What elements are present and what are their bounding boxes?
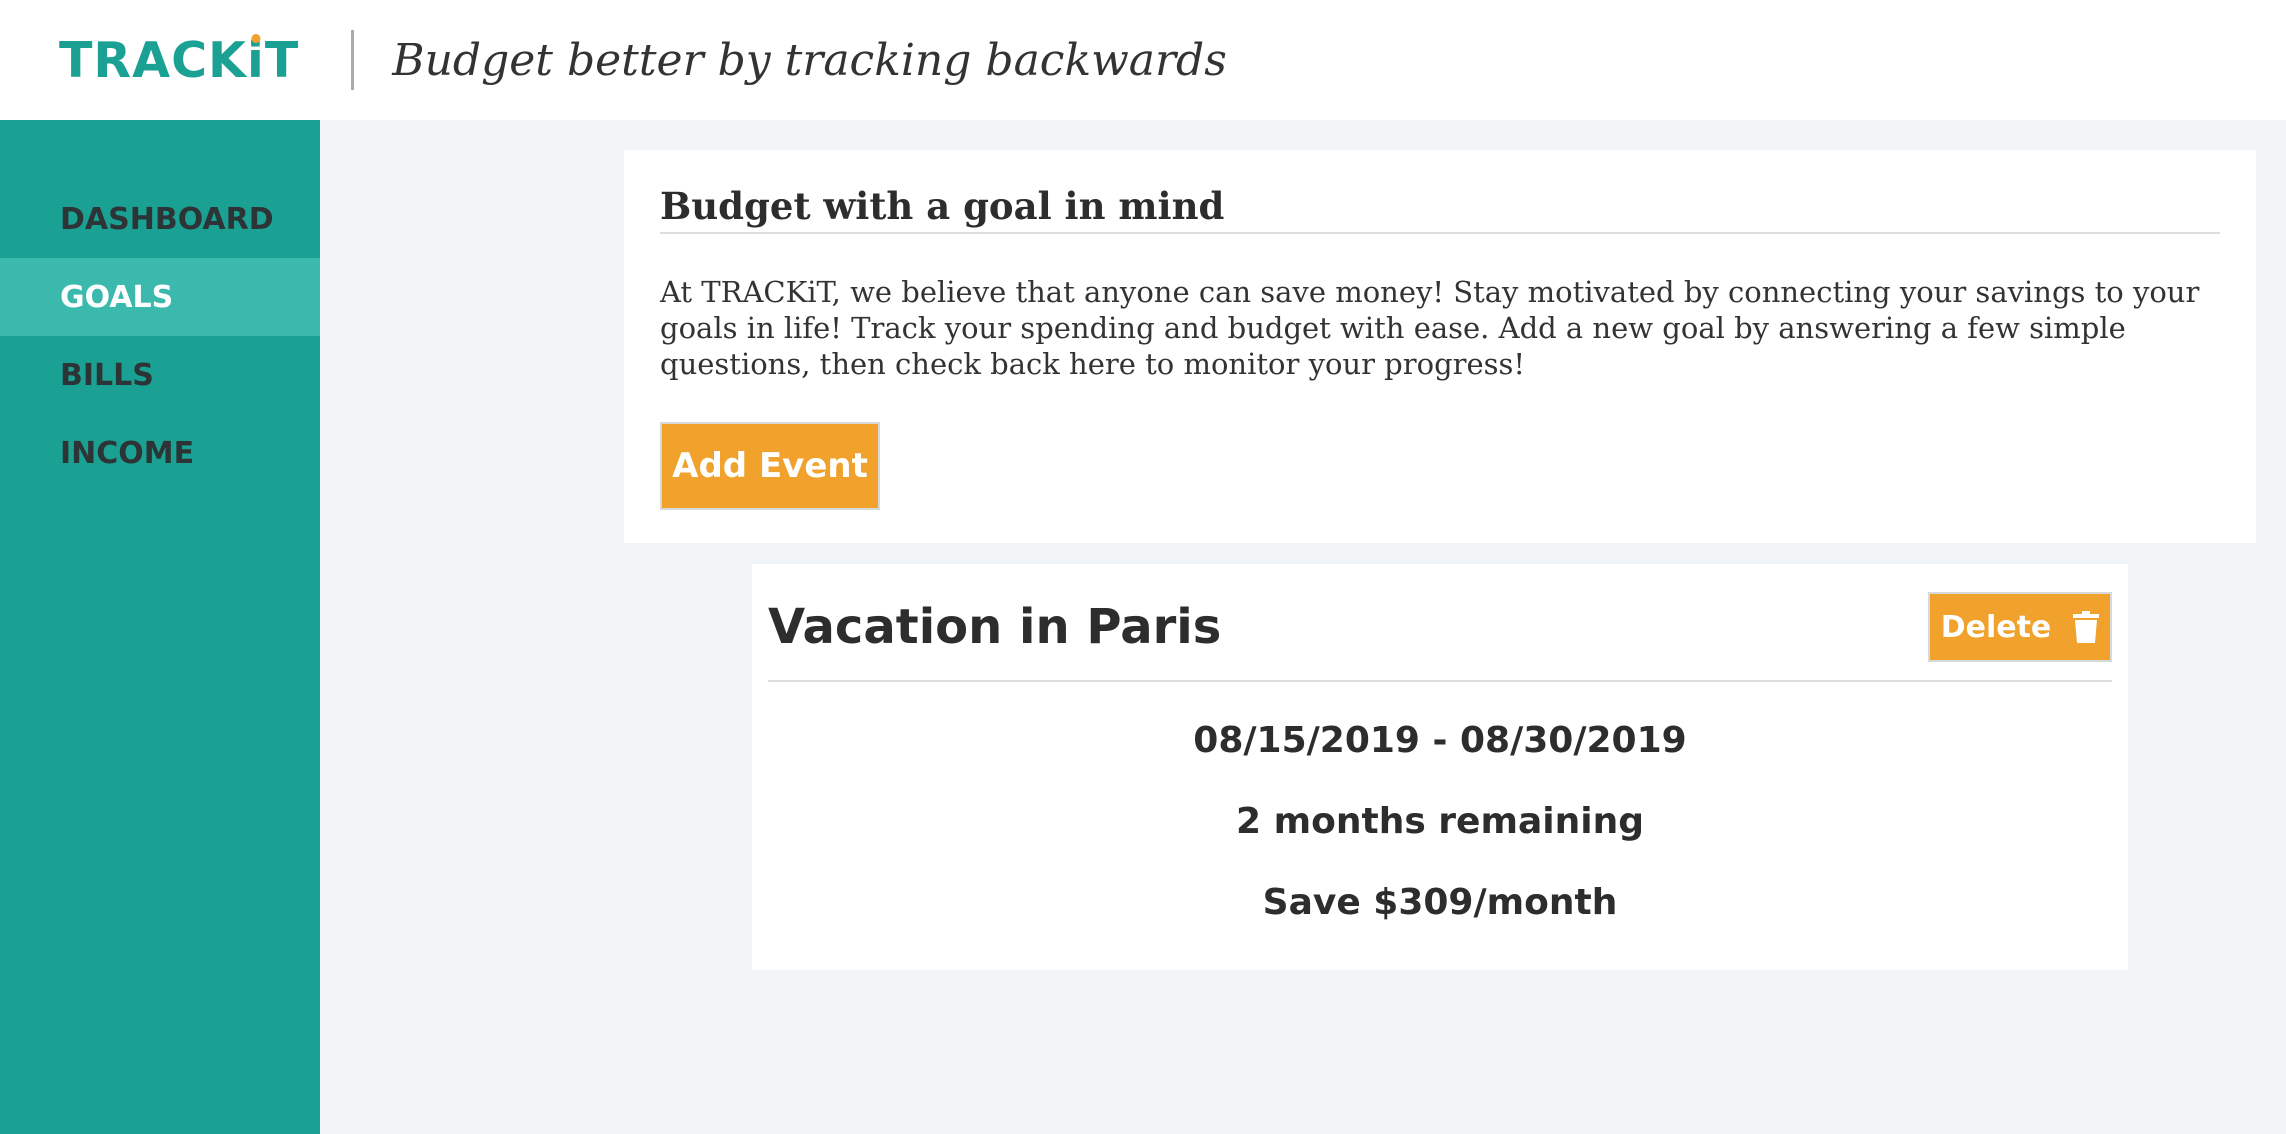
tagline: Budget better by tracking backwards — [392, 34, 1227, 86]
sidebar-item-income[interactable]: INCOME — [0, 414, 320, 492]
goal-monthly-saving: Save $309/month — [1262, 882, 1618, 923]
logo-text-suffix: T — [264, 31, 300, 89]
delete-label: Delete — [1940, 609, 2052, 645]
trash-icon — [2073, 611, 2100, 643]
goal-remaining: 2 months remaining — [1236, 801, 1644, 842]
intro-card: Budget with a goal in mind At TRACKiT, w… — [624, 150, 2256, 543]
intro-title: Budget with a goal in mind — [660, 186, 2220, 234]
sidebar: DASHBOARD GOALS BILLS INCOME — [0, 120, 320, 1134]
sidebar-item-bills[interactable]: BILLS — [0, 336, 320, 414]
delete-button[interactable]: Delete — [1928, 592, 2112, 662]
goal-header: Vacation in Paris Delete — [768, 564, 2112, 682]
goal-title: Vacation in Paris — [768, 599, 1222, 655]
header-divider — [351, 30, 355, 90]
logo-text-prefix: TRACK — [59, 31, 248, 89]
sidebar-item-goals[interactable]: GOALS — [0, 258, 320, 336]
goal-dates: 08/15/2019 - 08/30/2019 — [1193, 720, 1687, 761]
intro-text: At TRACKiT, we believe that anyone can s… — [660, 275, 2200, 381]
goal-card: Vacation in Paris Delete 08/15/2019 - 08… — [752, 564, 2128, 970]
logo-text-i: i — [247, 31, 265, 89]
logo-dot — [251, 33, 261, 43]
trackit-logo[interactable]: TRACKi T — [59, 32, 299, 89]
sidebar-item-dashboard[interactable]: DASHBOARD — [0, 180, 320, 258]
add-event-button[interactable]: Add Event — [660, 422, 880, 510]
top-bar: TRACKi T Budget better by tracking backwa… — [0, 0, 2286, 120]
